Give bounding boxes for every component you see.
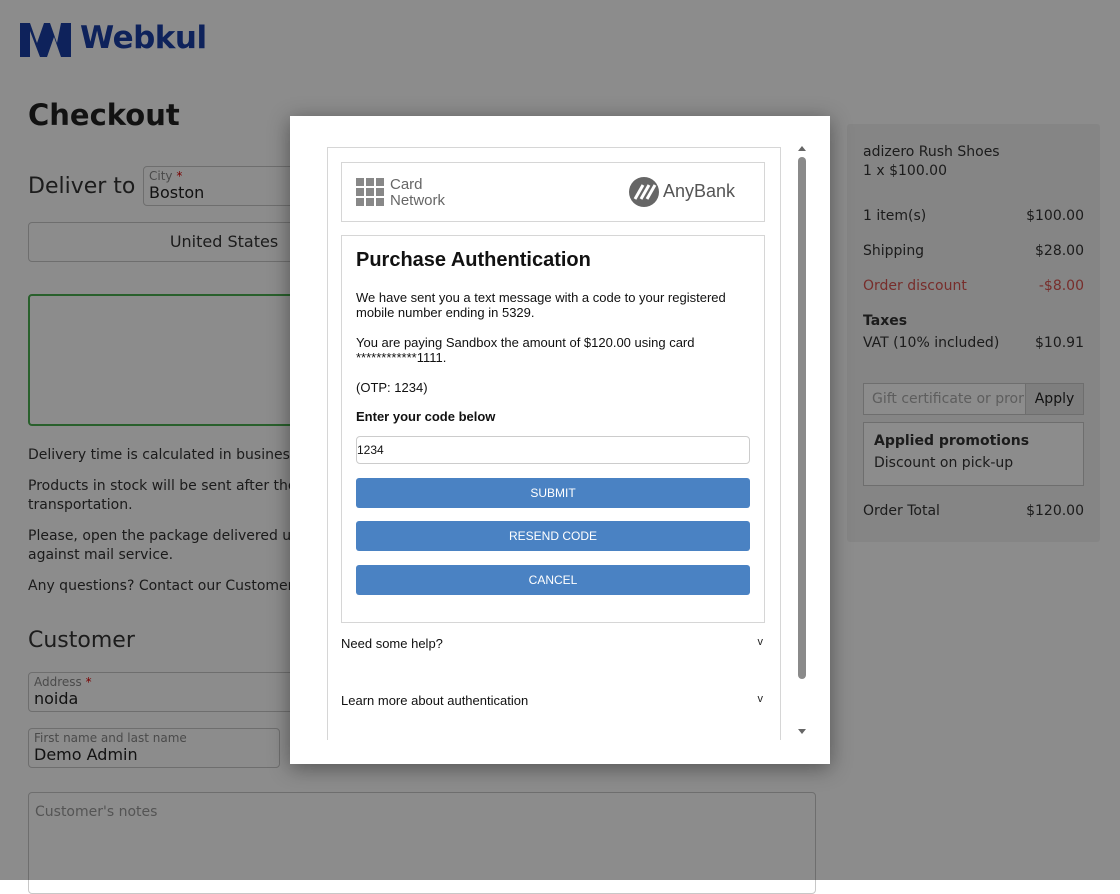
sent-message: We have sent you a text message with a c… [356, 290, 726, 320]
need-help-toggle[interactable]: Need some help? v [341, 636, 763, 651]
brand-header: Card Network AnyBank [341, 162, 765, 222]
card-network-line1: Card [390, 176, 423, 193]
learn-more-toggle[interactable]: Learn more about authentication v [341, 693, 763, 708]
auth-title: Purchase Authentication [356, 249, 591, 271]
need-help-label: Need some help? [341, 636, 443, 651]
chevron-down-icon: v [757, 636, 764, 648]
anybank-icon [629, 177, 659, 207]
anybank-name: AnyBank [663, 181, 736, 201]
learn-more-label: Learn more about authentication [341, 693, 529, 708]
resend-code-button[interactable]: RESEND CODE [356, 521, 750, 551]
submit-button[interactable]: SUBMIT [356, 478, 750, 508]
card-network-grid-icon [356, 178, 384, 206]
authentication-frame: Card Network AnyBank Purchase Authentica… [327, 147, 781, 740]
authentication-panel: Purchase Authentication We have sent you… [341, 235, 765, 623]
scroll-up-arrow-icon [798, 146, 806, 151]
card-network-line2: Network [390, 192, 446, 209]
scroll-down-arrow-icon [798, 729, 806, 734]
cancel-button[interactable]: CANCEL [356, 565, 750, 595]
authentication-modal: Card Network AnyBank Purchase Authentica… [290, 116, 830, 764]
chevron-down-icon: v [757, 693, 764, 705]
scrollbar-thumb[interactable] [798, 157, 806, 679]
paying-message: You are paying Sandbox the amount of $12… [356, 335, 695, 365]
otp-code-input[interactable]: 1234 [356, 436, 750, 464]
anybank-logo: AnyBank [629, 177, 751, 207]
card-network-label: Card Network [390, 177, 445, 209]
code-label: Enter your code below [356, 409, 496, 424]
otp-hint: (OTP: 1234) [356, 380, 428, 395]
